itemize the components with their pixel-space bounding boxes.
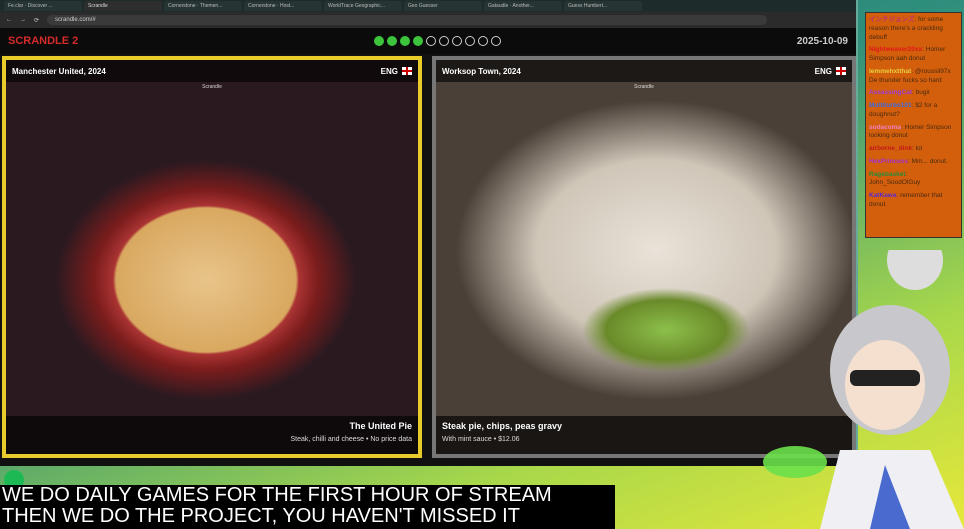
club-label: Manchester United, 2024 xyxy=(12,66,106,76)
progress-dot xyxy=(452,36,463,46)
chat-message: airborne_dink: lol xyxy=(869,145,958,154)
watermark: Scrandle xyxy=(634,84,654,90)
chat-message: Ragebasket: John_SoodOlGuy xyxy=(869,171,958,189)
separator: : xyxy=(905,170,908,178)
country-label: ENG xyxy=(814,66,832,76)
progress-dot xyxy=(439,36,450,46)
progress-dot xyxy=(426,36,437,46)
chat-message: Nightweaver20xx: Homer Simpson aah donut xyxy=(869,46,958,64)
england-flag-icon xyxy=(836,67,846,76)
chat-username[interactable]: Nightweaver20xx xyxy=(869,46,922,53)
progress-dot xyxy=(413,36,424,46)
chat-username[interactable]: sodacoma xyxy=(869,124,901,131)
chat-username[interactable]: AssassingCat xyxy=(869,89,912,96)
chat-text: lol xyxy=(915,145,923,153)
browser-tab[interactable]: Gataudle · Another... xyxy=(484,1,562,11)
chat-username[interactable]: Multiturbo101 xyxy=(869,102,912,109)
chat-message: Multiturbo101: $2 for a doughnut? xyxy=(869,102,958,120)
url-input[interactable]: scrandle.com/# xyxy=(47,15,768,25)
chat-message: HexPrincess: Mm... donut. xyxy=(869,158,958,167)
stream-caption: WE DO DAILY GAMES FOR THE FIRST HOUR OF … xyxy=(0,485,615,529)
chat-text: Mm... donut. xyxy=(911,157,948,165)
chat-username[interactable]: Ragebasket xyxy=(869,171,906,178)
chat-username[interactable]: HexPrincess xyxy=(869,158,908,165)
chat-username[interactable]: インチジョンズ xyxy=(869,16,914,23)
progress-dot xyxy=(374,36,385,46)
chat-message: lemmehxtthat: @roussil97x De thunder fuc… xyxy=(869,68,958,86)
progress-dots xyxy=(374,36,502,46)
date-label: 2025-10-09 xyxy=(796,35,848,47)
stream-chat: インチジョンズ: for some reason there's a crack… xyxy=(865,12,962,238)
chat-username[interactable]: lemmehxtthat xyxy=(869,68,911,75)
progress-dot xyxy=(465,36,476,46)
chat-username[interactable]: airborne_dink xyxy=(869,145,912,152)
app-header: SCRANDLE 2 2025-10-09 xyxy=(0,28,856,54)
browser-tab[interactable]: WorldTrace Geographic... xyxy=(324,1,402,11)
watermark: Scrandle xyxy=(202,84,222,90)
england-flag-icon xyxy=(402,67,412,76)
caption-line: WE DO DAILY GAMES FOR THE FIRST HOUR OF … xyxy=(2,485,552,506)
address-bar-row: ← → ⟳ scrandle.com/# xyxy=(0,12,856,28)
vtuber-avatar xyxy=(763,250,964,529)
dish-name: The United Pie xyxy=(349,421,412,431)
chat-message: AssassingCat: bugir xyxy=(869,89,958,98)
food-card-left[interactable]: Manchester United, 2024 ENG Scrandle The … xyxy=(2,56,422,458)
progress-dot xyxy=(400,36,411,46)
caption-line: THEN WE DO THE PROJECT, YOU HAVEN'T MISS… xyxy=(2,505,520,527)
country-label: ENG xyxy=(380,66,398,76)
back-icon[interactable]: ← xyxy=(6,17,12,23)
reload-icon[interactable]: ⟳ xyxy=(34,17,39,24)
chat-text: John_SoodOlGuy xyxy=(869,179,921,187)
progress-dot xyxy=(491,36,502,46)
chat-message: KatKawa: remember that donut xyxy=(869,192,958,210)
browser-tab[interactable]: Cornerstone · Themen... xyxy=(164,1,242,11)
food-photo xyxy=(6,60,418,454)
dish-details: Steak, chilli and cheese • No price data xyxy=(290,436,412,443)
forward-icon[interactable]: → xyxy=(20,17,26,23)
browser-tab[interactable]: Scrandle xyxy=(84,1,162,11)
club-label: Worksop Town, 2024 xyxy=(442,66,521,76)
chat-text: bugir xyxy=(915,89,931,97)
browser-tab[interactable]: Fe.clar · Discover ... xyxy=(4,1,82,11)
browser-tab[interactable]: Cornerstone · Host... xyxy=(244,1,322,11)
progress-dot xyxy=(478,36,489,46)
chat-message: sodacoma: Homer Simpson looking donut xyxy=(869,124,958,142)
chat-message: インチジョンズ: for some reason there's a crack… xyxy=(869,16,958,42)
browser-tab[interactable]: Geo Guesser xyxy=(404,1,482,11)
browser-tab[interactable]: Guess Humbert... xyxy=(564,1,642,11)
app-title[interactable]: SCRANDLE 2 xyxy=(8,35,78,47)
tab-strip: Fe.clar · Discover ... Scrandle Cornerston… xyxy=(0,0,856,12)
chat-username[interactable]: KatKawa xyxy=(869,192,896,199)
progress-dot xyxy=(387,36,398,46)
browser-window: Fe.clar · Discover ... Scrandle Cornerston… xyxy=(0,0,858,466)
